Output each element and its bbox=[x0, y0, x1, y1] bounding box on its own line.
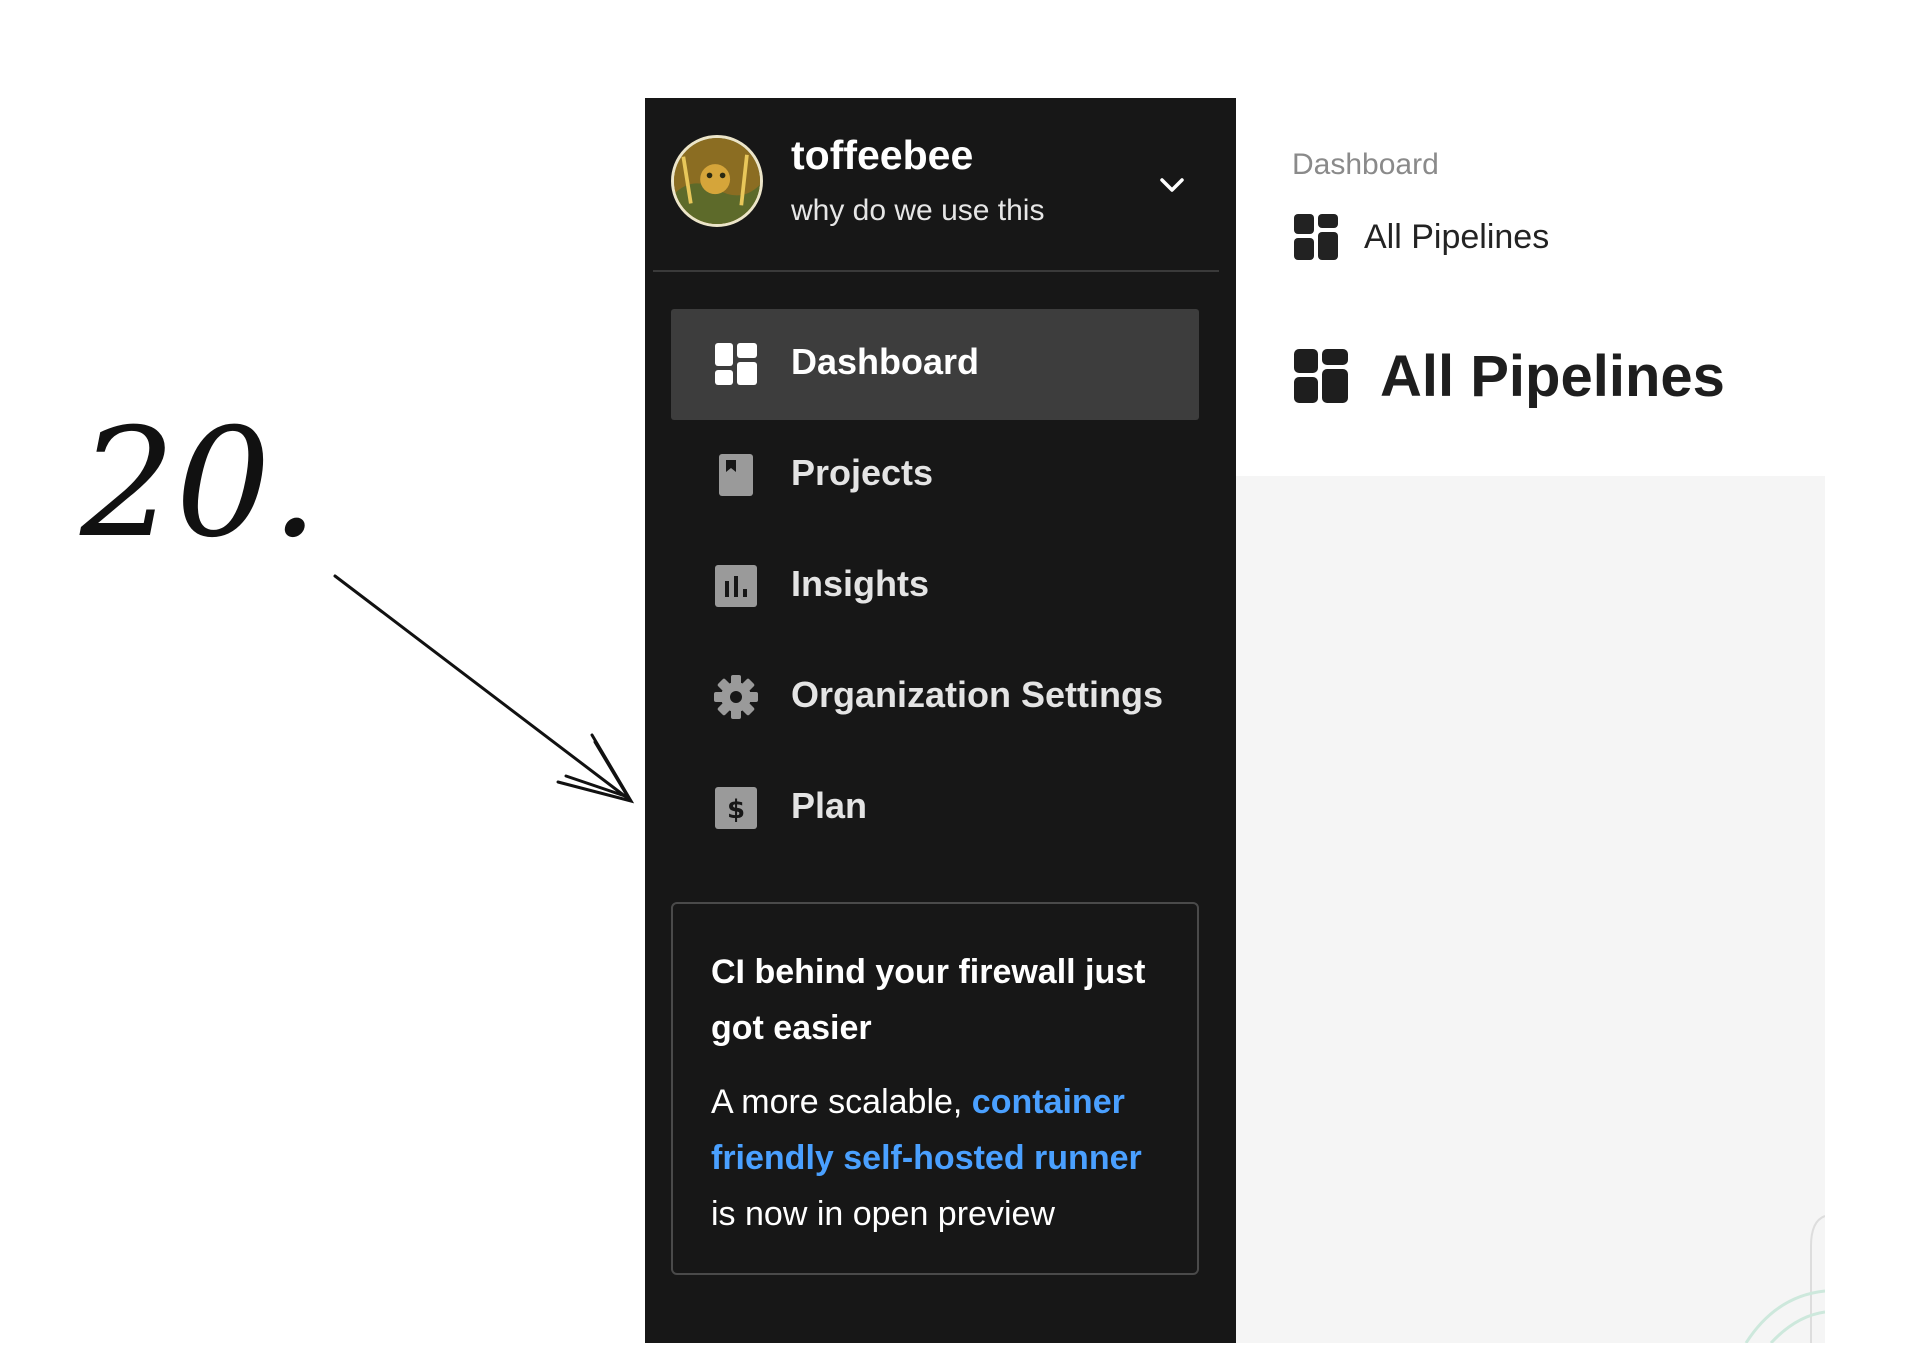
dollar-icon: $ bbox=[715, 787, 757, 829]
projects-icon bbox=[719, 454, 753, 496]
sidebar-item-label: Insights bbox=[791, 563, 930, 604]
dashboard-icon bbox=[1294, 349, 1348, 403]
sidebar-item-dashboard[interactable]: Dashboard bbox=[671, 309, 1199, 420]
promo-card: CI behind your firewall just got easier … bbox=[671, 902, 1199, 1275]
sidebar-item-insights[interactable]: Insights bbox=[671, 531, 1199, 642]
app-window: toffeebee why do we use this Dashboard P… bbox=[645, 98, 1825, 1343]
org-subtitle: why do we use this bbox=[791, 194, 1045, 227]
sidebar-item-label: Plan bbox=[791, 785, 868, 826]
annotation-arrow bbox=[333, 574, 635, 804]
svg-text:$: $ bbox=[727, 795, 745, 825]
dashboard-icon bbox=[1294, 214, 1338, 260]
promo-title: CI behind your firewall just got easier bbox=[711, 953, 1146, 1047]
org-switcher[interactable]: toffeebee why do we use this bbox=[645, 98, 1236, 271]
sidebar-item-label: Dashboard bbox=[791, 341, 980, 382]
page-title-text: All Pipelines bbox=[1380, 344, 1725, 409]
breadcrumb-label: All Pipelines bbox=[1364, 218, 1550, 256]
sidebar-item-organization-settings[interactable]: Organization Settings bbox=[671, 642, 1199, 753]
decorative-shape bbox=[1744, 1215, 1825, 1343]
annotation-number: 20. bbox=[79, 397, 319, 571]
org-name: toffeebee bbox=[791, 132, 974, 178]
sidebar-item-projects[interactable]: Projects bbox=[671, 420, 1199, 531]
divider bbox=[653, 270, 1219, 272]
breadcrumb[interactable]: Dashboard bbox=[1292, 148, 1439, 182]
chevron-down-icon[interactable] bbox=[1155, 168, 1189, 202]
promo-text: is now in open preview bbox=[711, 1195, 1055, 1233]
sidebar-nav: Dashboard Projects Insights Organization… bbox=[671, 309, 1199, 864]
sidebar-item-label: Organization Settings bbox=[791, 674, 1164, 715]
sidebar: toffeebee why do we use this Dashboard P… bbox=[645, 98, 1236, 1343]
sidebar-item-label: Projects bbox=[791, 452, 934, 493]
main-content: Dashboard All Pipelines All Pipelines bbox=[1236, 98, 1825, 1343]
sidebar-item-plan[interactable]: $ Plan bbox=[671, 753, 1199, 864]
pipelines-content-area bbox=[1236, 476, 1825, 1343]
promo-body: A more scalable, container friendly self… bbox=[711, 1074, 1159, 1242]
dashboard-icon bbox=[715, 343, 757, 385]
gear-icon bbox=[714, 675, 758, 719]
org-avatar bbox=[671, 135, 763, 227]
insights-icon bbox=[715, 565, 757, 607]
promo-text: A more scalable, bbox=[711, 1083, 972, 1121]
